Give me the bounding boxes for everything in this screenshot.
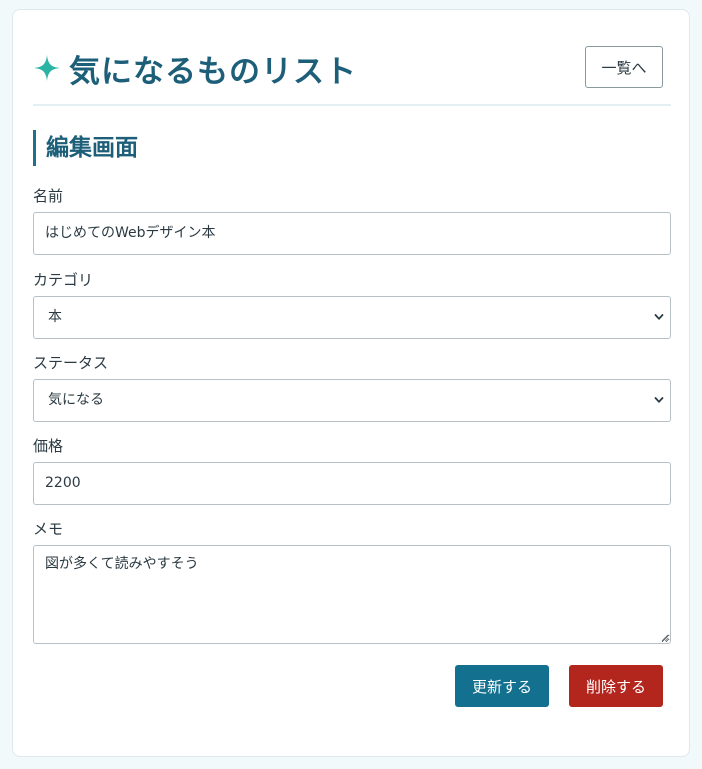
app-header: 気になるものリスト 一覧へ: [33, 46, 671, 106]
status-selected-value: 気になる: [48, 392, 104, 408]
sparkle-icon: [34, 55, 60, 81]
category-label: カテゴリ: [33, 271, 94, 289]
category-selected-value: 本: [48, 309, 62, 325]
update-button[interactable]: 更新する: [455, 665, 549, 707]
app-title: 気になるものリスト: [33, 46, 357, 90]
name-input[interactable]: はじめてのWebデザイン本: [33, 212, 671, 255]
app-title-text: 気になるものリスト: [69, 53, 357, 90]
price-input[interactable]: 2200: [33, 462, 671, 505]
delete-button[interactable]: 削除する: [569, 665, 663, 707]
memo-textarea[interactable]: 図が多くて読みやすそう: [33, 545, 671, 644]
section-title: 編集画面: [33, 130, 138, 166]
chevron-down-icon: [654, 314, 664, 320]
back-to-list-button[interactable]: 一覧へ: [585, 46, 663, 88]
chevron-down-icon: [654, 397, 664, 403]
category-select[interactable]: 本: [33, 296, 671, 339]
memo-text: 図が多くて読みやすそう: [45, 556, 199, 572]
name-label: 名前: [33, 187, 64, 205]
resize-grip-icon[interactable]: [660, 633, 669, 642]
price-label: 価格: [33, 437, 64, 455]
status-label: ステータス: [33, 354, 109, 372]
memo-label: メモ: [33, 520, 64, 538]
edit-card: 気になるものリスト 一覧へ 編集画面 名前 はじめてのWebデザイン本 カテゴリ…: [12, 9, 690, 757]
status-select[interactable]: 気になる: [33, 379, 671, 422]
